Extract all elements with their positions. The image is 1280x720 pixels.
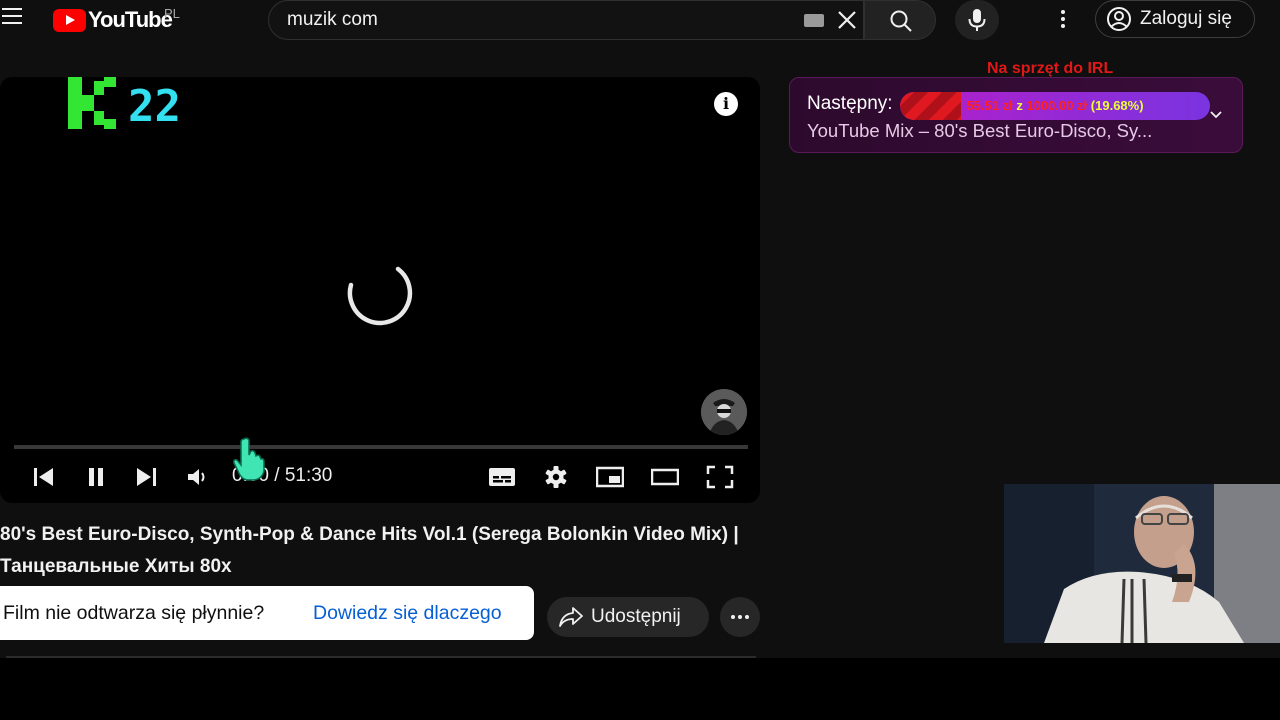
volume-icon[interactable] xyxy=(184,465,212,489)
channel-watermark-avatar[interactable] xyxy=(701,389,747,435)
stream-overlay-text: Na sprzęt do IRL xyxy=(987,60,1114,77)
login-button[interactable]: Zaloguj się xyxy=(1095,0,1255,38)
gear-icon[interactable] xyxy=(542,465,570,489)
voice-search-button[interactable] xyxy=(955,0,999,40)
search-button[interactable] xyxy=(864,0,936,40)
player-controls: 0:00 / 51:30 xyxy=(0,457,760,497)
more-dot xyxy=(731,615,735,619)
microphone-icon xyxy=(968,9,986,31)
donation-goal-text: 55.51 zł z 1000.00 zł (19.68%) xyxy=(900,92,1210,120)
avatar-figure-icon xyxy=(701,389,747,435)
time-total: 51:30 xyxy=(284,465,333,486)
close-icon[interactable] xyxy=(834,7,860,33)
goal-percent: (19.68%) xyxy=(1090,98,1144,113)
login-label: Zaloguj się xyxy=(1140,8,1232,29)
pause-icon[interactable] xyxy=(82,465,110,489)
chevron-down-icon[interactable] xyxy=(1208,106,1224,122)
previous-icon[interactable] xyxy=(30,465,58,489)
search-box xyxy=(268,0,864,40)
k-logo-icon xyxy=(68,77,116,129)
tooltip-question: Film nie odtwarza się płynnie? xyxy=(3,602,265,624)
learn-why-link[interactable]: Dowiedz się dlaczego xyxy=(313,602,502,625)
bottom-black-bar xyxy=(0,658,1280,720)
more-dot xyxy=(745,615,749,619)
webcam-person-image xyxy=(1004,484,1280,643)
channel-number: 22 xyxy=(128,81,181,132)
up-next-card[interactable]: Następny: 55.51 zł z 1000.00 zł (19.68%)… xyxy=(789,77,1243,153)
search-input[interactable] xyxy=(287,7,787,33)
miniplayer-icon[interactable] xyxy=(596,465,624,489)
share-icon xyxy=(559,607,583,627)
info-icon[interactable]: i xyxy=(714,92,738,116)
goal-target: 1000.00 zł xyxy=(1026,98,1088,113)
mouse-cursor-hand-icon xyxy=(233,437,265,481)
hamburger-icon[interactable] xyxy=(2,8,24,28)
more-dot xyxy=(738,615,742,619)
search-icon xyxy=(890,10,912,32)
theater-icon[interactable] xyxy=(651,465,679,489)
webcam-overlay xyxy=(1004,484,1280,643)
up-next-title: YouTube Mix – 80's Best Euro-Disco, Sy..… xyxy=(807,120,1153,141)
youtube-watch-page: YouTube PL Zaloguj się 22 i xyxy=(0,0,1280,720)
goal-amount: 55.51 zł xyxy=(966,98,1013,113)
kebab-icon[interactable] xyxy=(1052,6,1074,32)
subtitles-icon[interactable] xyxy=(488,465,516,489)
keyboard-icon[interactable] xyxy=(804,14,824,27)
video-title: 80's Best Euro-Disco, Synth-Pop & Dance … xyxy=(0,524,739,577)
playback-help-tooltip: Film nie odtwarza się płynnie? Dowiedz s… xyxy=(0,586,534,640)
time-separator: / xyxy=(274,465,280,486)
youtube-play-icon xyxy=(53,8,86,32)
loading-spinner-icon xyxy=(347,266,413,326)
account-icon xyxy=(1107,7,1131,31)
up-next-label: Następny: xyxy=(807,93,893,114)
fullscreen-icon[interactable] xyxy=(706,465,734,489)
youtube-logo[interactable]: YouTube xyxy=(53,7,173,33)
share-button[interactable]: Udostępnij xyxy=(547,597,709,637)
goal-of: z xyxy=(1016,98,1023,113)
donation-goal-bar: 55.51 zł z 1000.00 zł (19.68%) xyxy=(900,92,1210,120)
video-player[interactable]: 22 i 0:00 / 51:30 xyxy=(0,77,760,503)
logo-text: YouTube xyxy=(88,7,173,32)
region-code: PL xyxy=(164,6,180,21)
more-actions-button[interactable] xyxy=(720,597,760,637)
next-icon[interactable] xyxy=(132,465,160,489)
share-label: Udostępnij xyxy=(591,606,681,627)
progress-bar[interactable] xyxy=(14,445,748,449)
